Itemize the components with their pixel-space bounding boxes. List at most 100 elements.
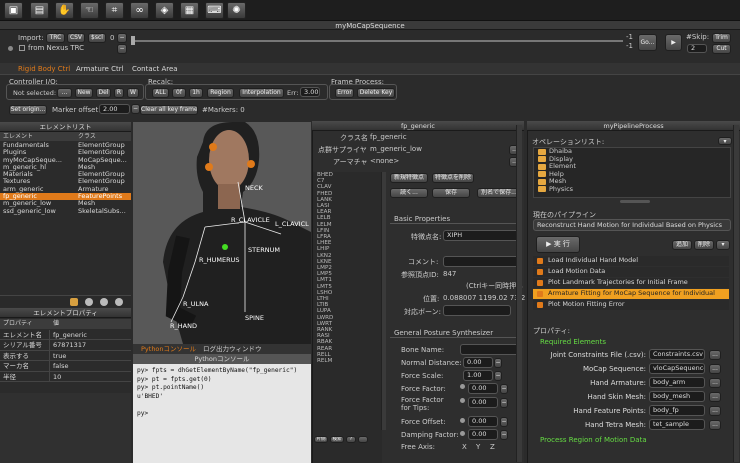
- force-offset-radio[interactable]: [460, 418, 465, 423]
- tab-rigid-body-ctrl[interactable]: Rigid Body Ctrl: [12, 64, 76, 75]
- feature-name-field[interactable]: XIPH: [443, 230, 522, 241]
- light-icon[interactable]: ✺: [227, 2, 246, 19]
- pipeline-options-button[interactable]: ▾: [716, 240, 730, 250]
- import-stepper[interactable]: −: [117, 44, 127, 54]
- import-csv-button[interactable]: CSV: [67, 33, 85, 43]
- force-offset-stepper[interactable]: −: [500, 417, 508, 427]
- tree-row[interactable]: Materials ElementGroup: [0, 171, 131, 178]
- play-button[interactable]: ▶: [665, 34, 682, 51]
- bone-field[interactable]: [443, 305, 511, 316]
- load-button[interactable]: 読く...: [390, 188, 428, 198]
- graph-icon[interactable]: ∞: [130, 2, 149, 19]
- checkbox-icon[interactable]: [537, 268, 543, 275]
- force-factor-tips-field[interactable]: 0.00: [468, 397, 498, 408]
- op-list-dropdown[interactable]: ▾: [718, 137, 732, 145]
- settings-icon[interactable]: [115, 298, 123, 306]
- splitter-handle[interactable]: [620, 200, 650, 203]
- controller-browse-button[interactable]: ...: [57, 88, 72, 98]
- pipeline-field-browse-button[interactable]: ...: [709, 378, 721, 388]
- normal-distance-field[interactable]: 0.00: [463, 357, 493, 368]
- tree-row[interactable]: Plugins ElementGroup: [0, 149, 131, 156]
- pipeline-field-value[interactable]: tet_sample: [649, 419, 705, 430]
- prop-row[interactable]: マーカ名 false: [0, 361, 131, 372]
- gear-icon[interactable]: [85, 298, 93, 306]
- bone-name-field[interactable]: [460, 344, 520, 355]
- net-icon[interactable]: ⌗: [105, 2, 124, 19]
- import-trc-button[interactable]: TRC: [46, 33, 65, 43]
- damping-field[interactable]: 0.00: [468, 429, 498, 440]
- folder-open-icon[interactable]: ▣: [4, 2, 23, 19]
- timeline-slider[interactable]: [133, 40, 623, 42]
- prop-row[interactable]: 表示する true: [0, 350, 131, 362]
- cut-button[interactable]: Cut: [712, 44, 731, 54]
- matrix-icon[interactable]: ▦: [180, 2, 199, 19]
- force-factor-tips-stepper[interactable]: −: [500, 398, 508, 408]
- pipeline-field-browse-button[interactable]: ...: [709, 392, 721, 402]
- pipeline-field-value[interactable]: Constraints.csv: [649, 349, 705, 360]
- tree-row[interactable]: ssd_generic_low SkeletalSubs...: [0, 208, 131, 215]
- list-item[interactable]: RELM: [313, 358, 382, 364]
- marker-offset-field[interactable]: 2.00: [99, 104, 130, 114]
- tree-row[interactable]: Fundamentals ElementGroup: [0, 142, 131, 149]
- run-button[interactable]: ▶ 実 行: [536, 236, 580, 253]
- add-button[interactable]: 追加: [672, 240, 692, 250]
- fp-panel-scrollbar[interactable]: [516, 125, 522, 462]
- save-as-button[interactable]: 別名で保存...: [477, 188, 521, 198]
- from-nexus-checkbox[interactable]: [19, 45, 25, 51]
- feature-point-list[interactable]: BHED C7 CLAV FHED LANK LASI LEAR LELB LELM LFIN LF…: [313, 172, 382, 463]
- keyboard-icon[interactable]: ⌨: [205, 2, 224, 19]
- force-factor-field[interactable]: 0.00: [468, 383, 498, 394]
- controller-w-button[interactable]: W: [127, 88, 139, 98]
- pipeline-field-browse-button[interactable]: ...: [709, 406, 721, 416]
- viewport-3d[interactable]: NECK R_CLAVICLE L_CLAVICL STERNUM R_HUME…: [133, 122, 311, 344]
- pipeline-step[interactable]: Armature Fitting for MoCap Sequence for …: [533, 289, 729, 299]
- hand-icon[interactable]: ✋: [55, 2, 74, 19]
- delete-feature-button[interactable]: 特徴点を削除: [432, 173, 474, 183]
- pipeline-step[interactable]: Load Motion Data: [533, 267, 729, 277]
- go-button[interactable]: Go...: [638, 34, 657, 51]
- prop-row[interactable]: 半径 10: [0, 371, 131, 382]
- tab-python-console[interactable]: Pythonコンソール: [141, 344, 196, 354]
- skip-value-field[interactable]: 2: [687, 44, 707, 53]
- list-extra-button[interactable]: [358, 436, 368, 443]
- recalc-1h-button[interactable]: 1h: [189, 88, 203, 98]
- frame-error-button[interactable]: Error: [335, 88, 354, 98]
- save-icon[interactable]: ▤: [30, 2, 49, 19]
- pipeline-field-value[interactable]: vloCapSequence: [649, 363, 705, 374]
- pipeline-step[interactable]: Load Individual Hand Model: [533, 256, 729, 266]
- controller-r-button[interactable]: R: [114, 88, 124, 98]
- controller-del-button[interactable]: Del: [96, 88, 111, 98]
- pipeline-field-browse-button[interactable]: ...: [709, 364, 721, 374]
- radio-icon[interactable]: [8, 46, 13, 51]
- console-output[interactable]: py> fpts = dhGetElementByName("fp_generi…: [133, 364, 311, 463]
- pipeline-field-browse-button[interactable]: ...: [709, 350, 721, 360]
- recalc-all-button[interactable]: ALL: [152, 88, 169, 98]
- pipeline-step[interactable]: Plot Landmark Trajectories for Initial F…: [533, 278, 729, 288]
- list-side-button[interactable]: 片側: [314, 436, 328, 443]
- force-offset-field[interactable]: 0.00: [468, 416, 498, 427]
- timeline-handle[interactable]: [131, 36, 135, 45]
- pipeline-field-browse-button[interactable]: ...: [709, 420, 721, 430]
- force-factor-radio[interactable]: [460, 384, 465, 389]
- tree-row[interactable]: m_generic_low Mesh: [0, 200, 131, 207]
- tab-log-window[interactable]: ログ出力ウィンドウ: [203, 344, 262, 354]
- save-button[interactable]: 保存: [432, 188, 470, 198]
- folder-icon[interactable]: [70, 298, 78, 306]
- tree-row[interactable]: fp_generic FeaturePoints: [0, 193, 131, 201]
- list-scrollbar[interactable]: [381, 172, 386, 430]
- comment-field[interactable]: [443, 256, 522, 267]
- force-factor-tips-radio[interactable]: [460, 398, 465, 403]
- normal-distance-stepper[interactable]: −: [494, 358, 502, 368]
- tree-row[interactable]: myMoCapSeque... MoCapSeque...: [0, 157, 131, 164]
- pipeline-field-value[interactable]: body_mesh: [649, 391, 705, 402]
- marker-offset-stepper[interactable]: −: [131, 104, 140, 114]
- clear-keys-button[interactable]: Clear all key frames: [140, 105, 198, 115]
- operation-list[interactable]: Dhaiba Display Element Help Mesh Physics: [533, 147, 731, 198]
- force-scale-field[interactable]: 1.00: [463, 370, 493, 381]
- axis-x[interactable]: X: [462, 443, 467, 451]
- tree-row[interactable]: Textures ElementGroup: [0, 178, 131, 185]
- tab-contact-area[interactable]: Contact Area: [126, 64, 184, 75]
- checkbox-icon[interactable]: [537, 257, 543, 264]
- prop-row[interactable]: シリアル番号 67871317: [0, 340, 131, 351]
- hand-outline-icon[interactable]: ☜: [80, 2, 99, 19]
